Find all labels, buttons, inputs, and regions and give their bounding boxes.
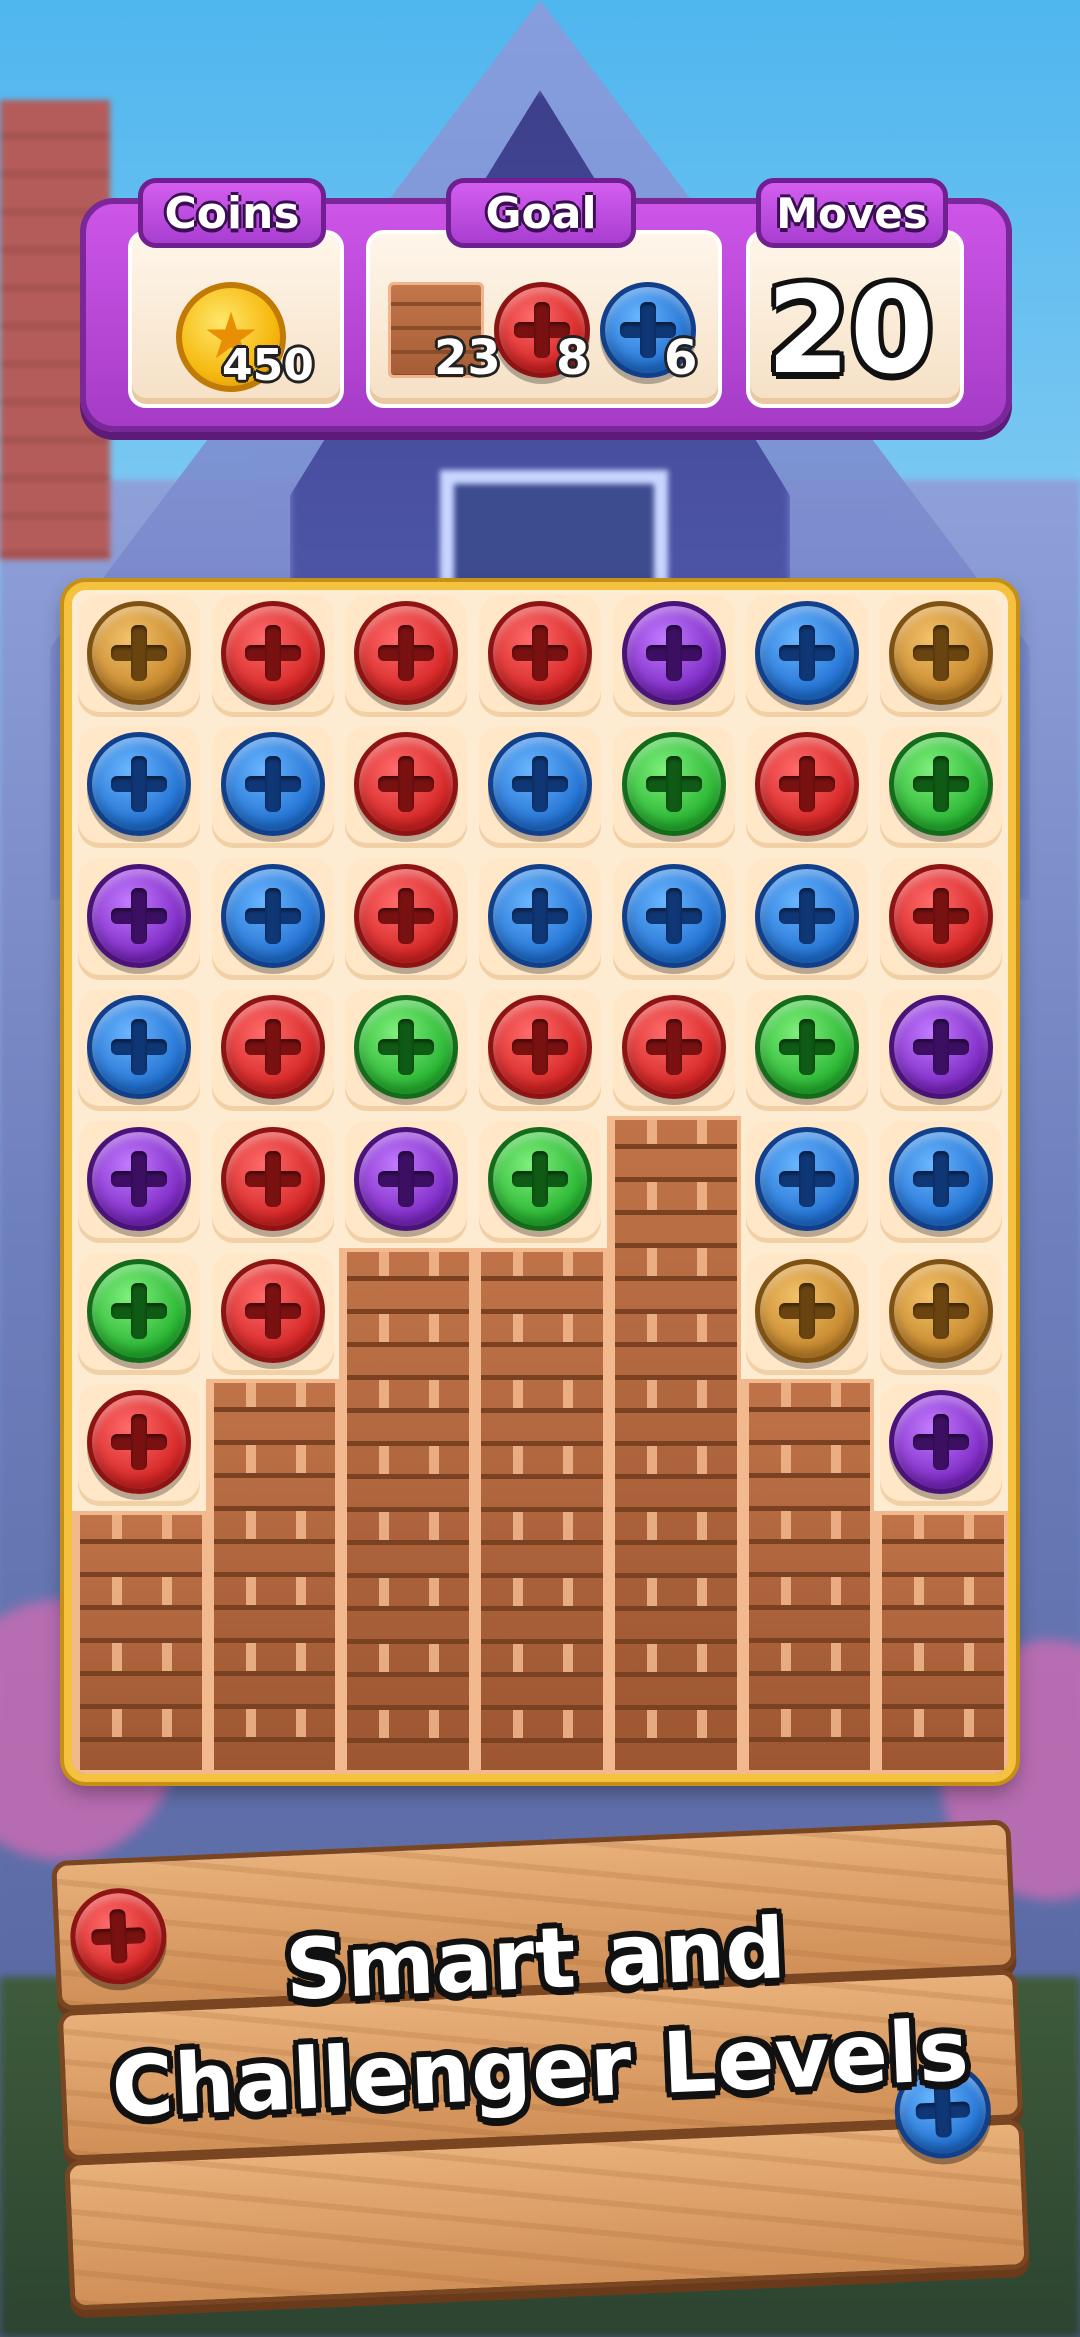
red-screw[interactable] [354,863,459,968]
green-screw[interactable] [86,1258,191,1363]
red-screw[interactable] [86,1390,191,1495]
red-screw[interactable] [354,600,459,705]
brick-stack[interactable] [874,1510,1008,1774]
red-screw[interactable] [488,600,592,705]
brick-stack[interactable] [606,1116,741,1774]
red-screw[interactable] [220,1127,325,1231]
wooden-sign: Smart and Challenger Levels [50,1799,1030,2311]
red-screw[interactable] [220,1258,325,1363]
blue-screw[interactable] [755,863,860,968]
brick-stack[interactable] [72,1510,206,1774]
brick-stack[interactable] [339,1247,474,1774]
green-screw[interactable] [621,732,726,837]
green-screw[interactable] [354,995,459,1100]
brick-stack[interactable] [473,1247,607,1774]
blue-screw[interactable] [755,1127,860,1231]
moves-label: Moves [756,178,948,248]
blue-screw[interactable] [889,1127,994,1231]
gold-screw[interactable] [889,1258,994,1363]
gold-screw[interactable] [889,600,994,705]
goal-red-count: 8 [556,330,590,386]
game-board [64,582,1016,1782]
red-screw[interactable] [220,600,325,705]
blue-screw[interactable] [621,863,726,968]
green-screw[interactable] [488,1127,592,1231]
red-screw[interactable] [621,995,726,1100]
red-screw[interactable] [354,732,459,837]
gold-screw[interactable] [86,600,191,705]
purple-screw[interactable] [621,600,726,705]
goal-label: Goal [446,178,636,248]
blue-screw[interactable] [86,732,191,837]
blue-screw[interactable] [488,732,592,837]
green-screw[interactable] [889,732,994,837]
blue-screw[interactable] [220,732,325,837]
purple-screw[interactable] [354,1127,459,1231]
red-screw[interactable] [488,995,592,1100]
blue-screw[interactable] [755,600,860,705]
red-screw[interactable] [220,995,325,1100]
goal-brick-count: 23 [434,330,501,386]
blue-screw[interactable] [86,995,191,1100]
red-screw[interactable] [889,863,994,968]
blue-screw[interactable] [488,863,592,968]
moves-value: 20 [766,262,934,401]
purple-screw[interactable] [86,1127,191,1231]
brick-stack[interactable] [205,1379,340,1774]
red-screw[interactable] [755,732,860,837]
gold-screw[interactable] [755,1258,860,1363]
blue-screw[interactable] [220,863,325,968]
coins-value: 450 [222,340,314,391]
purple-screw[interactable] [889,1390,994,1495]
purple-screw[interactable] [889,995,994,1100]
purple-screw[interactable] [86,863,191,968]
goal-blue-count: 6 [664,330,698,386]
coins-label: Coins [138,178,326,248]
brick-stack[interactable] [740,1379,875,1774]
